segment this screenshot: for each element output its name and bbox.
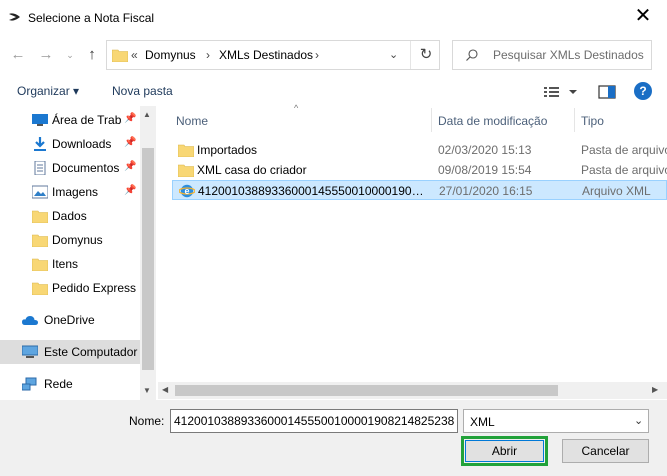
file-type: Pasta de arquivos bbox=[581, 143, 667, 157]
nav-pane-scrollbar[interactable]: ▲ ▼ bbox=[140, 106, 156, 400]
back-arrow-icon[interactable]: ← bbox=[8, 45, 28, 65]
chevron-down-icon: ⌄ bbox=[634, 415, 644, 427]
scrollbar-thumb[interactable] bbox=[142, 148, 154, 370]
help-icon[interactable]: ? bbox=[634, 82, 652, 100]
column-header: Nome Data de modificação Tipo bbox=[172, 110, 667, 132]
preview-pane-icon[interactable] bbox=[598, 84, 616, 100]
file-row-xml-selected[interactable]: e 41200103889336000145550010000190821482… bbox=[172, 180, 667, 200]
file-date: 02/03/2020 15:13 bbox=[438, 143, 532, 157]
file-name-label: Nome: bbox=[129, 414, 165, 428]
address-bar[interactable]: « Domynus › XMLs Destinados › ⌄ bbox=[106, 40, 440, 70]
nav-item-network[interactable]: Rede bbox=[0, 372, 140, 396]
document-icon bbox=[34, 161, 46, 175]
folder-icon bbox=[32, 234, 48, 247]
search-box[interactable] bbox=[452, 40, 652, 70]
file-row-xml-casa-do-criador[interactable]: XML casa do criador 09/08/2019 15:54 Pas… bbox=[172, 160, 667, 180]
filter-value: XML bbox=[470, 415, 495, 429]
cloud-icon bbox=[22, 316, 38, 325]
view-options-icon[interactable] bbox=[543, 84, 577, 100]
scroll-left-icon[interactable]: ◀ bbox=[162, 385, 168, 394]
column-date[interactable]: Data de modificação bbox=[438, 114, 547, 128]
title-bar: Selecione a Nota Fiscal ✕ bbox=[0, 0, 667, 34]
nav-item-documents[interactable]: Documentos 📌 bbox=[0, 156, 140, 180]
image-icon bbox=[32, 185, 48, 199]
nav-item-pedido-express[interactable]: Pedido Express bbox=[0, 276, 140, 300]
search-icon bbox=[466, 49, 478, 61]
refresh-icon[interactable]: ↻ bbox=[413, 42, 439, 68]
scroll-down-icon[interactable]: ▼ bbox=[143, 386, 151, 395]
folder-icon bbox=[178, 144, 194, 157]
breadcrumb-separator-icon[interactable]: › bbox=[315, 48, 319, 62]
recent-chevron-icon[interactable]: ⌄ bbox=[60, 45, 80, 65]
file-name: Importados bbox=[197, 143, 258, 157]
pin-icon: 📌 bbox=[124, 185, 137, 196]
breadcrumb-separator-icon[interactable]: › bbox=[206, 48, 210, 62]
scroll-right-icon[interactable]: ▶ bbox=[652, 385, 658, 394]
open-button[interactable]: Abrir bbox=[465, 440, 544, 462]
nav-item-itens[interactable]: Itens bbox=[0, 252, 140, 276]
file-type-filter[interactable]: XML ⌄ bbox=[463, 409, 649, 433]
cancel-button[interactable]: Cancelar bbox=[562, 439, 649, 463]
new-folder-button[interactable]: Nova pasta bbox=[112, 84, 173, 98]
svg-text:e: e bbox=[184, 186, 189, 196]
xml-file-icon: e bbox=[179, 184, 195, 198]
organize-button[interactable]: Organizar ▾ bbox=[17, 84, 79, 98]
column-separator[interactable] bbox=[431, 108, 432, 132]
column-type[interactable]: Tipo bbox=[581, 114, 604, 128]
breadcrumb-overflow[interactable]: « bbox=[131, 48, 138, 62]
file-name: XML casa do criador bbox=[197, 163, 307, 177]
file-date: 09/08/2019 15:54 bbox=[438, 163, 532, 177]
navigation-pane: Área de Trabalho 📌 Downloads 📌 Documento… bbox=[0, 106, 156, 400]
pin-icon: 📌 bbox=[124, 161, 137, 172]
pin-icon: 📌 bbox=[124, 137, 137, 148]
folder-icon bbox=[32, 258, 48, 271]
nav-item-dados[interactable]: Dados bbox=[0, 204, 140, 228]
network-icon bbox=[22, 377, 37, 391]
up-arrow-icon[interactable]: ↑ bbox=[82, 45, 102, 65]
nav-item-desktop[interactable]: Área de Trabalho 📌 bbox=[0, 108, 140, 132]
pin-icon: 📌 bbox=[124, 113, 137, 124]
breadcrumb-xmls-destinados[interactable]: XMLs Destinados bbox=[219, 48, 313, 62]
breadcrumb-domynus[interactable]: Domynus bbox=[145, 48, 196, 62]
folder-icon bbox=[178, 164, 194, 177]
address-dropdown-icon[interactable]: ⌄ bbox=[389, 48, 398, 61]
column-separator[interactable] bbox=[574, 108, 575, 132]
folder-icon bbox=[112, 49, 128, 62]
scroll-up-icon[interactable]: ▲ bbox=[143, 110, 151, 119]
app-icon bbox=[9, 13, 20, 21]
forward-arrow-icon[interactable]: → bbox=[36, 45, 56, 65]
file-name: 4120010388933600014555001000019082148252… bbox=[198, 184, 430, 198]
nav-item-images[interactable]: Imagens 📌 bbox=[0, 180, 140, 204]
close-icon[interactable]: ✕ bbox=[625, 4, 661, 30]
file-type: Pasta de arquivos bbox=[581, 163, 667, 177]
file-list-hscrollbar[interactable]: ◀ ▶ bbox=[158, 382, 667, 399]
folder-icon bbox=[32, 210, 48, 223]
nav-item-downloads[interactable]: Downloads 📌 bbox=[0, 132, 140, 156]
scrollbar-thumb[interactable] bbox=[175, 385, 558, 396]
file-row-importados[interactable]: Importados 02/03/2020 15:13 Pasta de arq… bbox=[172, 140, 667, 160]
file-name-input[interactable] bbox=[170, 409, 458, 433]
file-type: Arquivo XML bbox=[582, 184, 651, 198]
desktop-icon bbox=[32, 114, 48, 126]
window-title: Selecione a Nota Fiscal bbox=[28, 11, 155, 25]
download-icon bbox=[34, 137, 46, 151]
nav-item-onedrive[interactable]: OneDrive bbox=[0, 308, 140, 332]
nav-item-domynus[interactable]: Domynus bbox=[0, 228, 140, 252]
column-name[interactable]: Nome bbox=[176, 114, 208, 128]
search-input[interactable] bbox=[493, 47, 648, 63]
divider bbox=[410, 41, 411, 69]
file-date: 27/01/2020 16:15 bbox=[439, 184, 533, 198]
computer-icon bbox=[22, 345, 38, 358]
folder-icon bbox=[32, 282, 48, 295]
nav-item-this-pc[interactable]: Este Computador bbox=[0, 340, 140, 364]
